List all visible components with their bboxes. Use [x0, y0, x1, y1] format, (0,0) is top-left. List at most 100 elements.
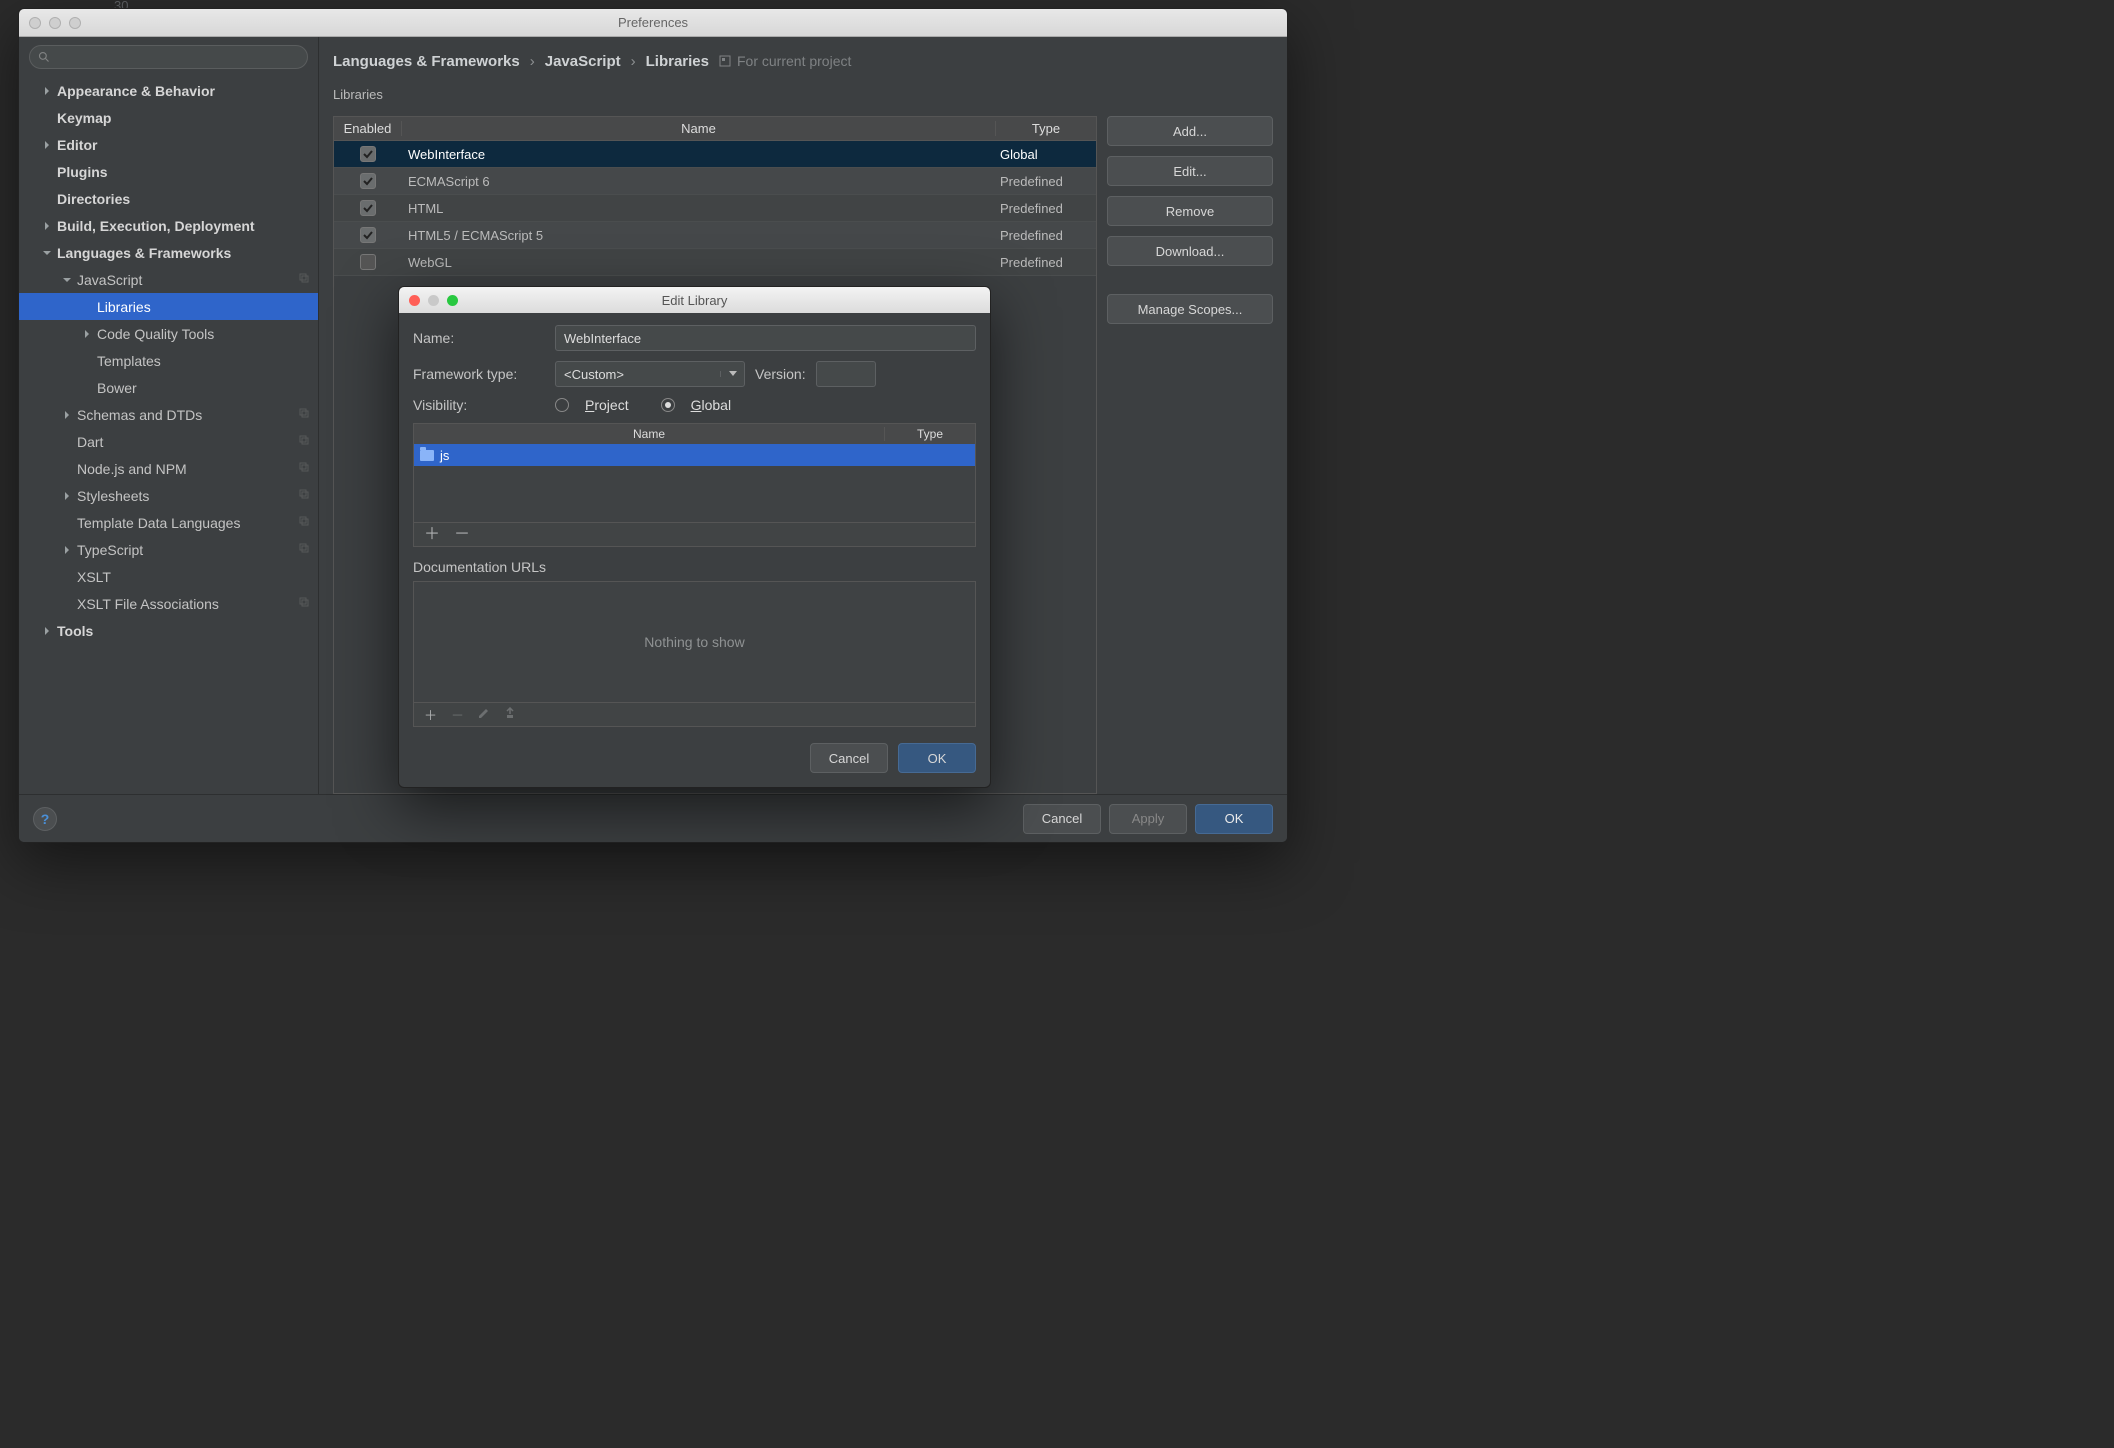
visibility-project-label[interactable]: Project: [585, 397, 629, 413]
sidebar-item-label: Templates: [97, 353, 161, 369]
sidebar-item-editor[interactable]: Editor: [19, 131, 318, 158]
chevron-right-icon[interactable]: [41, 85, 53, 97]
sidebar-item-xslt[interactable]: XSLT: [19, 563, 318, 590]
sidebar-item-keymap[interactable]: Keymap: [19, 104, 318, 131]
chevron-right-icon[interactable]: [61, 490, 73, 502]
sidebar-item-bower[interactable]: Bower: [19, 374, 318, 401]
library-row[interactable]: WebGLPredefined: [334, 249, 1096, 276]
copy-icon[interactable]: [298, 461, 310, 476]
enabled-checkbox[interactable]: [360, 227, 376, 243]
cancel-button[interactable]: Cancel: [810, 743, 888, 773]
col-name[interactable]: Name: [402, 121, 996, 136]
library-type: Predefined: [996, 255, 1096, 270]
add-icon[interactable]: ＋: [424, 527, 440, 543]
close-icon[interactable]: [409, 295, 420, 306]
remove-icon[interactable]: －: [454, 527, 470, 543]
apply-button[interactable]: Apply: [1109, 804, 1187, 834]
sidebar-item-dart[interactable]: Dart: [19, 428, 318, 455]
breadcrumb-section[interactable]: JavaScript: [545, 53, 621, 70]
chevron-down-icon[interactable]: [41, 247, 53, 259]
col-type[interactable]: Type: [996, 121, 1096, 136]
chevron-down-icon[interactable]: [720, 371, 744, 377]
visibility-global-radio[interactable]: [661, 398, 675, 412]
docs-table[interactable]: Nothing to show ＋ －: [413, 581, 976, 727]
sidebar-item-libraries[interactable]: Libraries: [19, 293, 318, 320]
chevron-right-icon[interactable]: [81, 328, 93, 340]
chevron-right-icon[interactable]: [41, 220, 53, 232]
remove-button[interactable]: Remove: [1107, 196, 1273, 226]
chevron-right-icon[interactable]: [61, 544, 73, 556]
library-row[interactable]: HTML5 / ECMAScript 5Predefined: [334, 222, 1096, 249]
enabled-checkbox[interactable]: [360, 200, 376, 216]
sidebar-item-label: Libraries: [97, 299, 151, 315]
window-traffic-lights[interactable]: [19, 17, 81, 29]
name-field[interactable]: [555, 325, 976, 351]
download-button[interactable]: Download...: [1107, 236, 1273, 266]
copy-icon[interactable]: [298, 272, 310, 287]
sidebar-item-code-quality-tools[interactable]: Code Quality Tools: [19, 320, 318, 347]
sidebar-item-xslt-file-associations[interactable]: XSLT File Associations: [19, 590, 318, 617]
col-name[interactable]: Name: [414, 427, 885, 441]
sidebar-item-node-js-and-npm[interactable]: Node.js and NPM: [19, 455, 318, 482]
sidebar-item-javascript[interactable]: JavaScript: [19, 266, 318, 293]
minimize-icon[interactable]: [428, 295, 439, 306]
col-enabled[interactable]: Enabled: [334, 121, 402, 136]
library-row[interactable]: HTMLPredefined: [334, 195, 1096, 222]
copy-icon[interactable]: [298, 407, 310, 422]
sidebar-item-template-data-languages[interactable]: Template Data Languages: [19, 509, 318, 536]
files-table[interactable]: Name Type js ＋ －: [413, 423, 976, 547]
chevron-right-icon[interactable]: [41, 139, 53, 151]
sidebar-item-templates[interactable]: Templates: [19, 347, 318, 374]
library-row[interactable]: WebInterfaceGlobal: [334, 141, 1096, 168]
sidebar-item-stylesheets[interactable]: Stylesheets: [19, 482, 318, 509]
chevron-right-icon[interactable]: [41, 625, 53, 637]
minimize-icon[interactable]: [49, 17, 61, 29]
copy-icon[interactable]: [298, 434, 310, 449]
sidebar-item-directories[interactable]: Directories: [19, 185, 318, 212]
manage-scopes-button[interactable]: Manage Scopes...: [1107, 294, 1273, 324]
sidebar-item-languages-frameworks[interactable]: Languages & Frameworks: [19, 239, 318, 266]
file-row[interactable]: js: [414, 444, 975, 466]
remove-icon[interactable]: －: [451, 705, 464, 724]
chevron-right-icon[interactable]: [61, 409, 73, 421]
copy-icon[interactable]: [298, 488, 310, 503]
col-type[interactable]: Type: [885, 427, 975, 441]
breadcrumb-section[interactable]: Languages & Frameworks: [333, 53, 520, 70]
copy-icon[interactable]: [298, 515, 310, 530]
library-row[interactable]: ECMAScript 6Predefined: [334, 168, 1096, 195]
enabled-checkbox[interactable]: [360, 146, 376, 162]
sidebar-item-typescript[interactable]: TypeScript: [19, 536, 318, 563]
chevron-down-icon[interactable]: [61, 274, 73, 286]
ok-button[interactable]: OK: [1195, 804, 1273, 834]
sidebar-item-schemas-and-dtds[interactable]: Schemas and DTDs: [19, 401, 318, 428]
edit-icon[interactable]: [478, 707, 490, 722]
cancel-button[interactable]: Cancel: [1023, 804, 1101, 834]
sidebar-item-appearance-behavior[interactable]: Appearance & Behavior: [19, 77, 318, 104]
edit-button[interactable]: Edit...: [1107, 156, 1273, 186]
enabled-checkbox[interactable]: [360, 173, 376, 189]
zoom-icon[interactable]: [69, 17, 81, 29]
specify-icon[interactable]: [504, 707, 516, 722]
sidebar-item-tools[interactable]: Tools: [19, 617, 318, 644]
close-icon[interactable]: [29, 17, 41, 29]
version-field[interactable]: [816, 361, 876, 387]
sidebar-item-plugins[interactable]: Plugins: [19, 158, 318, 185]
arrow-spacer: [81, 382, 93, 394]
help-button[interactable]: ?: [33, 807, 57, 831]
ok-button[interactable]: OK: [898, 743, 976, 773]
sidebar-item-build-execution-deployment[interactable]: Build, Execution, Deployment: [19, 212, 318, 239]
copy-icon[interactable]: [298, 596, 310, 611]
dialog-traffic-lights[interactable]: [399, 295, 458, 306]
add-button[interactable]: Add...: [1107, 116, 1273, 146]
preferences-tree[interactable]: Appearance & BehaviorKeymapEditorPlugins…: [19, 75, 318, 794]
add-icon[interactable]: ＋: [424, 705, 437, 724]
zoom-icon[interactable]: [447, 295, 458, 306]
visibility-global-label[interactable]: Global: [691, 397, 731, 413]
visibility-project-radio[interactable]: [555, 398, 569, 412]
search-input[interactable]: [29, 45, 308, 69]
framework-select[interactable]: <Custom>: [555, 361, 745, 387]
breadcrumb-sep: ›: [631, 53, 636, 70]
enabled-checkbox[interactable]: [360, 254, 376, 270]
copy-icon[interactable]: [298, 542, 310, 557]
framework-label: Framework type:: [413, 366, 545, 382]
